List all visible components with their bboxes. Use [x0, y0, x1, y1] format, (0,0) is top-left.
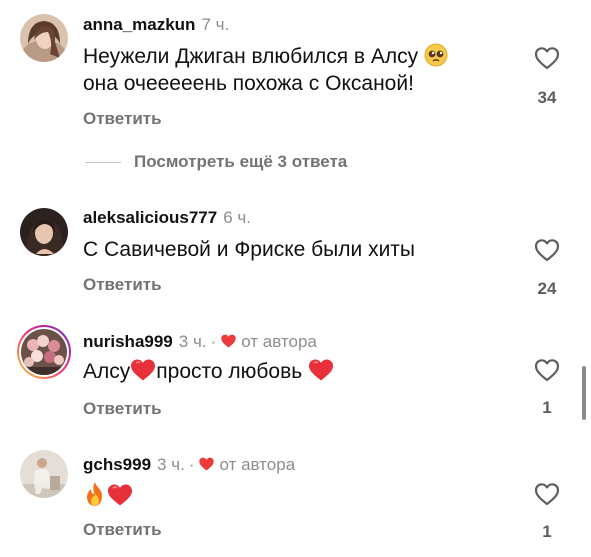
like-count: 1	[542, 398, 552, 417]
timestamp: 3 ч.	[157, 455, 185, 474]
comment-text-after: просто любовь	[156, 360, 303, 383]
heart-outline-icon	[534, 239, 560, 262]
woman-portrait-avatar-icon	[20, 208, 68, 256]
comment-text: она очееееень похожа с Оксаной!	[83, 70, 414, 97]
comment-text-before: Алсу	[83, 360, 131, 383]
username[interactable]: gchs999	[83, 455, 151, 474]
reply-button[interactable]: Ответить	[83, 520, 162, 540]
like-count: 24	[537, 279, 557, 298]
author-badge: от автора	[219, 455, 296, 474]
comment-meta: anna_mazkun 7 ч.	[83, 15, 229, 35]
timestamp: 7 ч.	[201, 15, 230, 34]
pleading-face-emoji-icon	[424, 43, 448, 74]
like-count: 34	[537, 88, 557, 107]
fire-emoji-icon	[83, 481, 107, 514]
avatar[interactable]	[20, 450, 68, 498]
comment-text-line: Неужели Джиган влюбился в Алсу	[83, 45, 419, 68]
timestamp: 3 ч.	[178, 332, 207, 351]
like-button[interactable]	[534, 238, 560, 262]
scrollbar[interactable]	[582, 366, 586, 420]
comment-text: Алсу просто любовь	[83, 358, 334, 389]
heart-outline-icon	[534, 47, 560, 70]
avatar[interactable]	[20, 208, 68, 256]
comment-text-line: она очееееень похожа с Оксаной!	[83, 72, 414, 95]
username[interactable]: nurisha999	[83, 332, 173, 351]
like-button[interactable]	[534, 46, 560, 70]
author-badge: от автора	[241, 332, 317, 351]
red-heart-icon	[220, 333, 237, 354]
comment-text: С Савичевой и Фриске были хиты	[83, 236, 415, 263]
woman-portrait-avatar-icon	[20, 14, 68, 62]
reply-button[interactable]: Ответить	[83, 399, 162, 419]
red-heart-icon	[198, 456, 215, 477]
avatar[interactable]	[17, 325, 71, 379]
like-button[interactable]	[534, 358, 560, 382]
avatar[interactable]	[20, 14, 68, 62]
comment-meta: aleksalicious777 6 ч.	[83, 208, 251, 228]
heart-outline-icon	[534, 359, 560, 382]
separator-dot: ·	[210, 332, 217, 351]
divider	[85, 162, 121, 164]
reply-button[interactable]: Ответить	[83, 275, 162, 295]
comment-text-line: С Савичевой и Фриске были хиты	[83, 238, 416, 261]
username[interactable]: aleksalicious777	[83, 208, 217, 227]
like-count: 1	[542, 522, 552, 541]
comment-meta: nurisha999 3 ч. · от автора	[83, 332, 317, 354]
comment-text	[83, 481, 133, 514]
reply-button[interactable]: Ответить	[83, 109, 162, 129]
person-seated-avatar-icon	[20, 450, 68, 498]
red-heart-emoji-icon	[130, 358, 156, 389]
like-button[interactable]	[534, 482, 560, 506]
view-replies-button[interactable]: Посмотреть ещё 3 ответа	[85, 152, 347, 172]
comment-meta: gchs999 3 ч. · от автора	[83, 455, 295, 477]
separator-dot: ·	[188, 455, 195, 474]
red-heart-emoji-icon	[107, 483, 133, 514]
timestamp: 6 ч.	[223, 208, 251, 227]
red-heart-emoji-icon	[308, 358, 334, 389]
flowers-avatar-icon	[21, 329, 67, 375]
username[interactable]: anna_mazkun	[83, 15, 195, 34]
heart-outline-icon	[534, 483, 560, 506]
view-replies-label: Посмотреть ещё 3 ответа	[134, 152, 348, 171]
avatar-ring	[19, 327, 69, 377]
